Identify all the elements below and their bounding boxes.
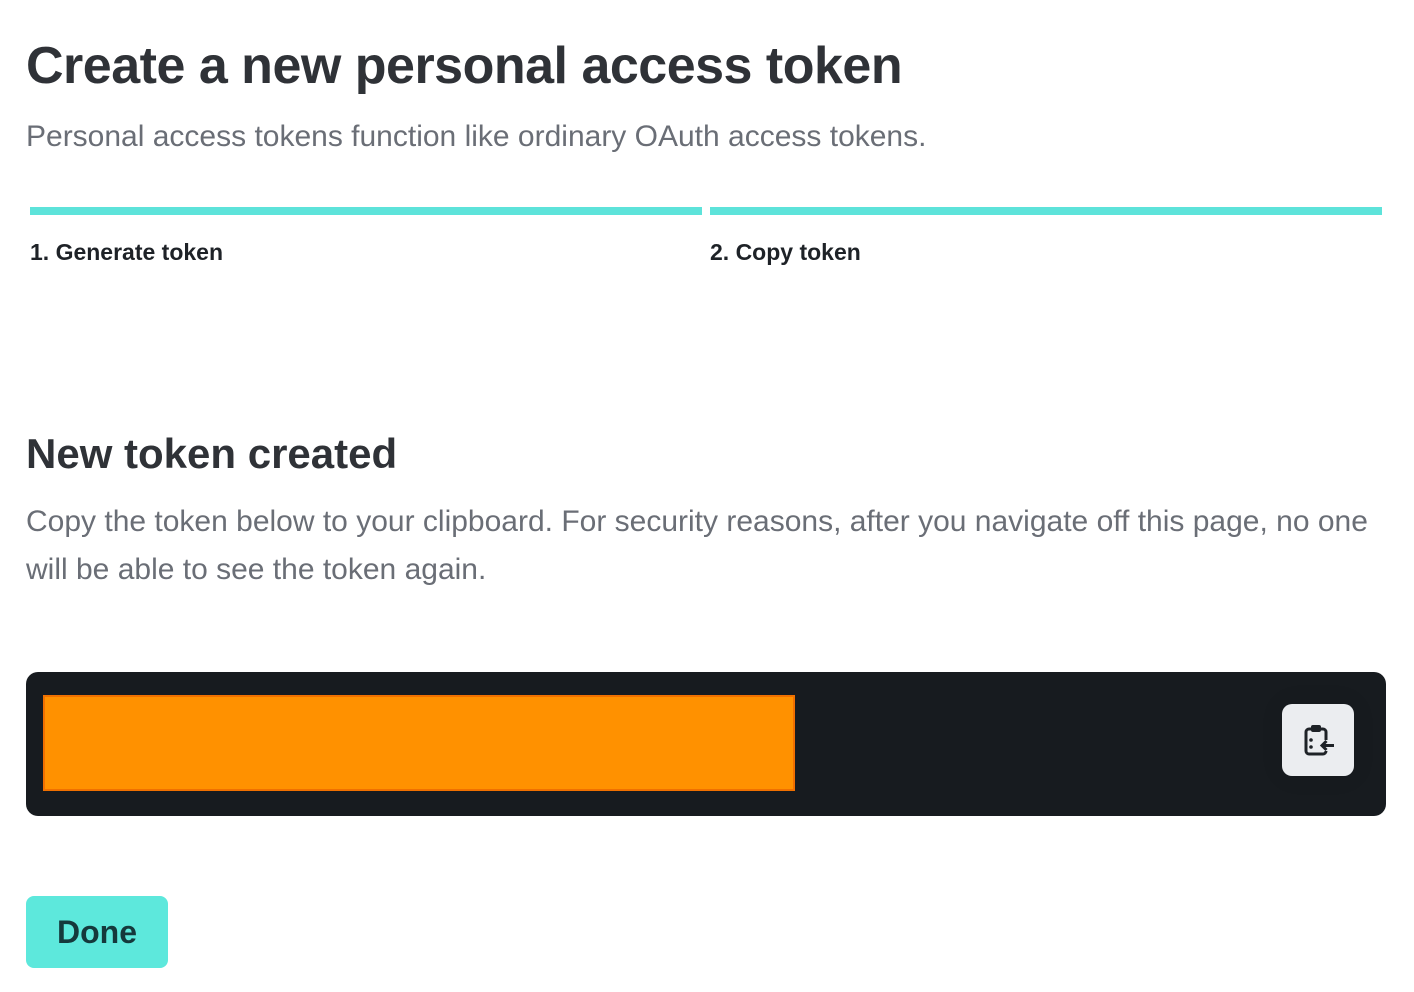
step-progress-bar (30, 207, 702, 215)
section-title: New token created (26, 430, 398, 477)
page-subtitle: Personal access tokens function like ord… (26, 120, 927, 153)
step-label: 2. Copy token (710, 239, 861, 265)
stepper: 1. Generate token 2. Copy token (30, 207, 1382, 267)
step-label: 1. Generate token (30, 239, 224, 265)
step-generate-token: 1. Generate token (30, 207, 702, 267)
token-page: Create a new personal access token Perso… (0, 0, 1414, 992)
page-title: Create a new personal access token (26, 37, 903, 95)
done-button[interactable]: Done (26, 896, 168, 968)
copy-token-button[interactable] (1282, 704, 1354, 776)
section-description: Copy the token below to your clipboard. … (26, 505, 1368, 586)
clipboard-copy-icon (1304, 725, 1334, 756)
step-progress-bar (710, 207, 1382, 215)
step-copy-token: 2. Copy token (710, 207, 1382, 267)
token-value-redacted[interactable] (43, 695, 795, 791)
token-display (26, 672, 1386, 816)
